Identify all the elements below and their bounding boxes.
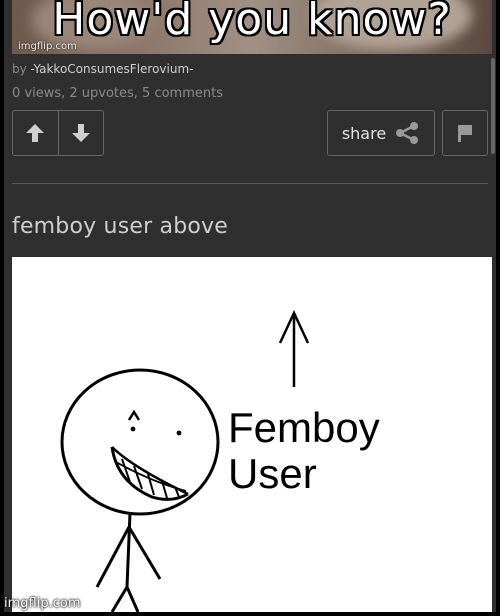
vote-buttons (12, 110, 104, 156)
comment-text: femboy user above (12, 214, 228, 239)
post-panel: How'd you know? imgflip.com by -YakkoCon… (4, 0, 496, 612)
arrow-down-icon (71, 124, 90, 142)
image-caption-line2: User (228, 450, 317, 497)
author-link[interactable]: -YakkoConsumesFlerovium- (31, 62, 194, 76)
section-divider (12, 183, 488, 184)
share-icon (396, 122, 419, 144)
scrollbar[interactable] (491, 58, 495, 154)
screen-frame: How'd you know? imgflip.com by -YakkoCon… (0, 0, 500, 616)
meme-image-top[interactable]: How'd you know? imgflip.com (12, 0, 492, 54)
image-caption: Femboy User (228, 405, 380, 497)
share-button[interactable]: share (327, 110, 435, 156)
byline-prefix: by (12, 62, 27, 76)
flag-icon (458, 125, 472, 142)
author-byline: by -YakkoConsumesFlerovium- (12, 62, 194, 76)
downvote-button[interactable] (57, 111, 103, 155)
post-stats: 0 views, 2 upvotes, 5 comments (12, 86, 223, 101)
flag-button[interactable] (442, 110, 488, 156)
arrow-up-icon (26, 124, 45, 142)
image-caption-line1: Femboy (228, 404, 380, 451)
meme-watermark: imgflip.com (18, 41, 77, 52)
footer-watermark: imgflip.com (4, 596, 81, 611)
share-label: share (341, 123, 387, 143)
upvote-button[interactable] (13, 111, 58, 155)
meme-caption: How'd you know? (52, 0, 452, 45)
comment-image[interactable]: Femboy User (12, 257, 492, 612)
